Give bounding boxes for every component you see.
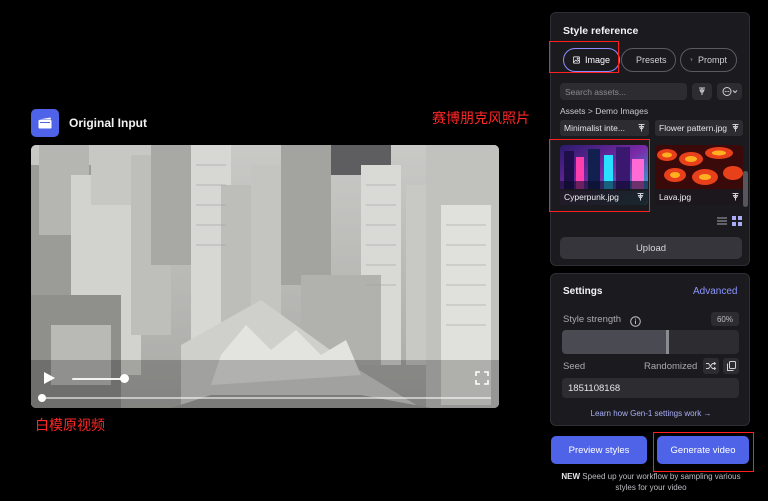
thumbnail-name: Lava.jpg	[659, 192, 692, 202]
pin-icon	[699, 87, 705, 95]
annotation-white-model-video: 白模原视频	[35, 418, 105, 434]
style-strength-handle[interactable]	[666, 330, 670, 354]
asset-item-label: Minimalist inte...	[564, 123, 625, 133]
style-strength-fill	[562, 330, 669, 354]
pin-filter-button[interactable]	[692, 83, 712, 100]
style-strength-label: Style strength	[563, 314, 622, 325]
list-view-button[interactable]	[717, 213, 727, 225]
fullscreen-icon	[475, 371, 489, 385]
search-assets-input[interactable]	[560, 83, 687, 100]
video-clip-icon	[31, 109, 59, 137]
style-strength-slider[interactable]	[562, 330, 739, 354]
tab-prompt[interactable]: Prompt	[680, 48, 737, 72]
thumbnail-cyberpunk-label: Cyperpunk.jpg	[560, 189, 648, 205]
style-reference-title: Style reference	[563, 25, 639, 37]
new-feature-text: Speed up your workflow by sampling vario…	[582, 472, 741, 492]
new-feature-note: NEW Speed up your workflow by sampling v…	[551, 471, 751, 493]
list-view-icon	[717, 217, 727, 225]
tab-image[interactable]: Image	[563, 48, 620, 72]
volume-slider[interactable]	[72, 378, 124, 380]
asset-item-minimalist[interactable]: Minimalist inte...	[560, 120, 649, 136]
white-model-city-scene	[31, 145, 499, 408]
settings-title: Settings	[563, 286, 603, 297]
play-button[interactable]	[41, 370, 57, 386]
fullscreen-button[interactable]	[475, 371, 489, 385]
learn-settings-link[interactable]: Learn how Gen-1 settings work →	[551, 409, 751, 418]
upload-button[interactable]: Upload	[560, 237, 742, 259]
pin-icon[interactable]	[732, 193, 739, 201]
settings-panel: Settings Advanced Style strength 60% See…	[550, 273, 750, 426]
tab-presets[interactable]: Presets	[621, 48, 676, 72]
text-t-icon	[690, 58, 693, 62]
preview-styles-button[interactable]: Preview styles	[551, 436, 647, 464]
video-progress-bar[interactable]	[41, 397, 491, 399]
pin-icon[interactable]	[732, 124, 739, 132]
thumbnail-lava[interactable]: Lava.jpg	[655, 145, 743, 205]
seed-input[interactable]: 1851108168	[562, 378, 739, 398]
more-options-icon	[722, 87, 737, 96]
thumbnail-name: Cyperpunk.jpg	[564, 192, 619, 202]
new-badge: NEW	[561, 472, 581, 481]
seed-label: Seed	[563, 361, 586, 372]
volume-slider-handle[interactable]	[120, 374, 129, 383]
thumbnail-lava-label: Lava.jpg	[655, 189, 743, 205]
shuffle-icon	[706, 362, 716, 370]
style-reference-panel: Style reference Image Presets Prompt Ass…	[550, 12, 750, 266]
more-options-button[interactable]	[717, 83, 742, 100]
seed-mode-label: Randomized	[644, 361, 698, 372]
style-strength-value[interactable]: 60%	[711, 312, 739, 326]
tab-image-label: Image	[584, 55, 610, 65]
advanced-link[interactable]: Advanced	[693, 286, 737, 297]
tab-prompt-label: Prompt	[697, 55, 727, 65]
original-input-header: Original Input	[31, 109, 147, 137]
copy-icon	[726, 361, 736, 371]
grid-view-icon	[732, 216, 742, 226]
panel-scrollbar[interactable]	[743, 171, 748, 207]
grid-view-button[interactable]	[732, 213, 742, 226]
play-icon	[44, 372, 55, 384]
annotation-cyberpunk-photo: 赛博朋克风照片	[432, 111, 530, 127]
image-icon	[573, 56, 580, 64]
original-input-title: Original Input	[69, 116, 147, 130]
generate-video-button[interactable]: Generate video	[657, 436, 749, 464]
tab-presets-label: Presets	[636, 55, 667, 65]
asset-item-label: Flower pattern.jpg	[659, 123, 728, 133]
breadcrumb: Assets > Demo Images	[560, 106, 649, 116]
pin-icon[interactable]	[637, 193, 644, 201]
asset-item-flower-pattern[interactable]: Flower pattern.jpg	[655, 120, 743, 136]
thumbnail-cyberpunk[interactable]: Cyperpunk.jpg	[560, 145, 648, 205]
original-video-player[interactable]	[31, 145, 499, 408]
shuffle-seed-button[interactable]	[703, 358, 719, 374]
info-icon[interactable]	[630, 314, 641, 327]
pin-icon[interactable]	[638, 124, 645, 132]
copy-seed-button[interactable]	[723, 358, 739, 374]
video-progress-handle[interactable]	[38, 394, 46, 402]
